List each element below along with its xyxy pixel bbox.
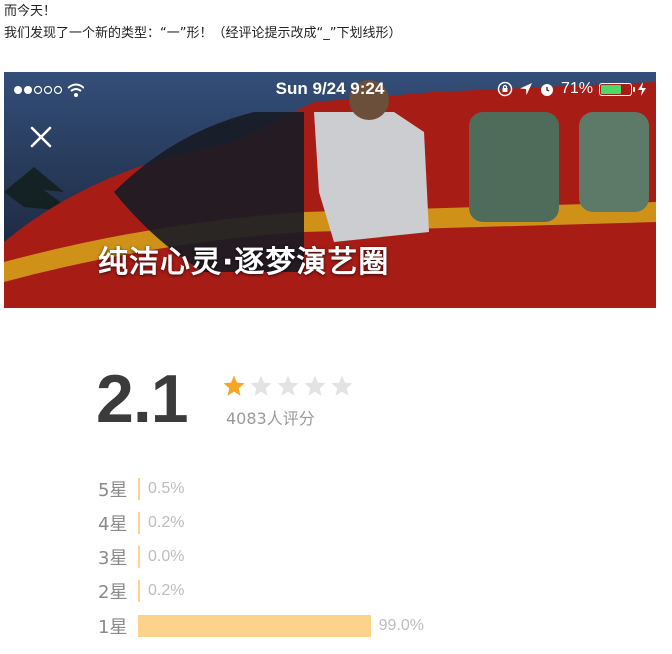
distribution-label: 1星 — [98, 617, 128, 638]
star-empty-icon — [277, 375, 299, 396]
intro-line-1: 而今天！ — [4, 4, 57, 19]
distribution-percent: 0.2% — [148, 582, 185, 599]
close-button[interactable] — [26, 122, 56, 152]
alarm-icon — [540, 84, 553, 96]
distribution-bar — [138, 580, 140, 602]
star-filled-icon — [223, 375, 245, 396]
distribution-percent: 0.2% — [148, 514, 185, 531]
distribution-label: 5星 — [98, 480, 128, 501]
rating-count: 4083人评分 — [226, 409, 315, 428]
distribution-row: 5星 0.5% — [98, 476, 438, 502]
location-arrow-icon — [519, 83, 532, 95]
status-right-icons: 71% — [497, 79, 646, 99]
rating-score: 2.1 — [96, 361, 189, 437]
intro-line-2: 我们发现了一个新的类型：“一”形！（经评论提示改成“_”下划线形） — [4, 26, 402, 41]
distribution-percent: 0.0% — [148, 548, 185, 565]
distribution-row: 1星 99.0% — [98, 613, 438, 639]
battery-icon — [599, 82, 635, 96]
distribution-bar — [138, 478, 140, 500]
distribution-row: 3星 0.0% — [98, 544, 438, 570]
distribution-label: 4星 — [98, 514, 128, 535]
star-rating — [222, 374, 354, 398]
orientation-lock-icon — [497, 81, 513, 97]
star-empty-icon — [304, 375, 326, 396]
star-empty-icon — [250, 375, 272, 396]
movie-screenshot: Sun 9/24 9:24 71% 纯洁心灵·逐梦演艺圈 — [4, 72, 656, 308]
battery-percent: 71% — [560, 80, 593, 97]
charging-bolt-icon — [638, 82, 646, 96]
distribution-bar — [138, 615, 371, 637]
distribution-label: 2星 — [98, 582, 128, 603]
distribution-bar — [138, 546, 140, 568]
movie-title: 纯洁心灵·逐梦演艺圈 — [98, 245, 390, 280]
close-icon — [30, 126, 52, 148]
star-empty-icon — [331, 375, 353, 396]
distribution-percent: 99.0% — [378, 617, 425, 634]
distribution-bar — [138, 512, 140, 534]
distribution-row: 4星 0.2% — [98, 510, 438, 536]
distribution-percent: 0.5% — [148, 480, 185, 497]
distribution-row: 2星 0.2% — [98, 578, 438, 604]
distribution-label: 3星 — [98, 548, 128, 569]
